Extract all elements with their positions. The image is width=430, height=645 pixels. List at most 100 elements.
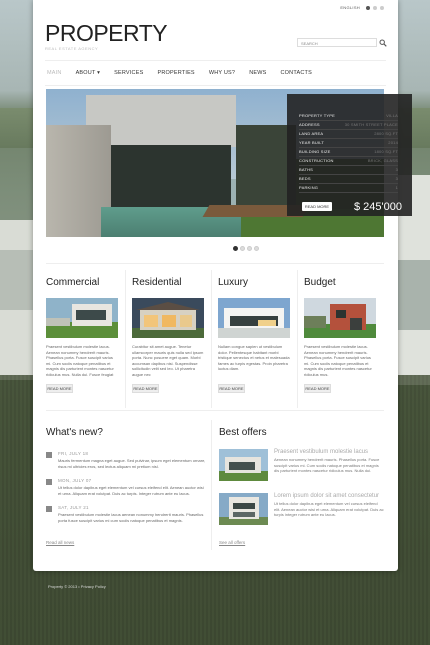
category-commercial: Commercial Praesent vestibulum molestie …	[46, 277, 118, 393]
info-value: BRICK, GLASS	[367, 158, 398, 163]
info-key: PARKING	[299, 185, 319, 190]
category-budget: Budget Praesent vestibulum molestie lacu…	[304, 277, 376, 393]
news-date: MON, JULY 07	[58, 478, 92, 483]
divider	[297, 270, 298, 408]
divider	[125, 270, 126, 408]
nav-item-about-label: ABOUT	[75, 70, 96, 76]
divider	[46, 263, 384, 264]
category-title[interactable]: Commercial	[46, 277, 118, 288]
language-switcher: ENGLISH	[340, 5, 384, 10]
category-read-more-button[interactable]: READ MORE	[132, 384, 159, 393]
category-read-more-button[interactable]: READ MORE	[218, 384, 245, 393]
language-label[interactable]: ENGLISH	[340, 5, 360, 10]
category-residential: Residential Curabitur sit amet augue. Te…	[132, 277, 204, 393]
language-dot-1[interactable]	[366, 5, 370, 10]
category-description: Praesent vestibulum molestie lacus. Aene…	[46, 344, 114, 377]
news-text[interactable]: Ut tellus dolor dapibus eget elementum v…	[58, 485, 206, 496]
news-text[interactable]: Mauris fermentum magna eget augue. Sed p…	[58, 458, 206, 469]
news-date: FRI, JULY 18	[58, 451, 89, 456]
category-description: Curabitur sit amet augue. Tenetur ullamc…	[132, 344, 204, 377]
divider	[211, 270, 212, 408]
chevron-down-icon: ▾	[95, 70, 101, 76]
footer-text: Property © 2013 • Privacy Policy	[48, 584, 106, 589]
slider-pager-dot[interactable]	[247, 246, 252, 251]
property-price: $ 245'000	[354, 201, 402, 213]
info-value: 1	[395, 185, 398, 190]
info-key: BUILDING SIZE	[299, 149, 331, 154]
info-key: CONSTRUCTION	[299, 158, 334, 163]
property-info-box: PROPERTY TYPE VILLA ADDRESS 30 SMITH STREE…	[287, 94, 412, 216]
background-house-left-window	[0, 250, 34, 310]
category-image[interactable]	[218, 298, 290, 338]
info-value: 3	[395, 176, 398, 181]
calendar-icon	[46, 452, 52, 458]
news-item: FRI, JULY 18 Mauris fermentum magna eget…	[46, 451, 206, 477]
category-description: Praesent vestibulum molestie lacus. Aene…	[304, 344, 372, 377]
language-dot-3[interactable]	[380, 5, 384, 10]
category-title[interactable]: Budget	[304, 277, 376, 288]
page-container: ENGLISH PROPERTY REAL ESTATE AGENCY SEAR…	[33, 0, 412, 571]
slider-pager-dot[interactable]	[233, 246, 238, 251]
search-icon[interactable]	[379, 39, 387, 47]
info-key: BEDS	[299, 176, 311, 181]
nav-item-services[interactable]: SERVICES	[107, 70, 150, 76]
nav-item-about[interactable]: ABOUT ▾	[69, 70, 108, 76]
main-nav: MAIN ABOUT ▾ SERVICES PROPERTIES WHY US?…	[45, 60, 386, 86]
news-heading: What's new?	[46, 427, 103, 438]
logo-tagline: REAL ESTATE AGENCY	[45, 46, 99, 51]
nav-item-properties[interactable]: PROPERTIES	[150, 70, 201, 76]
info-row: PARKING 1	[299, 183, 398, 193]
calendar-icon	[46, 506, 52, 512]
info-key: PROPERTY TYPE	[299, 113, 335, 118]
offer-item: Lorem ipsum dolor sit amet consectetur U…	[219, 493, 384, 527]
all-offers-link[interactable]: See all offers	[219, 540, 245, 545]
offer-image[interactable]	[219, 493, 268, 525]
category-image[interactable]	[132, 298, 204, 338]
offer-description: Aenean nonummy hendrerit mauris. Phasell…	[274, 457, 380, 473]
info-value: 2014	[388, 140, 398, 145]
offer-item: Praesent vestibulum molestie lacus Aenea…	[219, 449, 384, 483]
all-news-link[interactable]: Read all news	[46, 540, 74, 545]
info-value: 2800 SQ.FT	[374, 131, 398, 136]
divider	[211, 420, 212, 550]
nav-item-news[interactable]: NEWS	[242, 70, 273, 76]
category-image[interactable]	[304, 298, 376, 338]
info-key: ADDRESS	[299, 122, 320, 127]
offer-description: Ut tellus dolor dapibus eget elementum v…	[274, 501, 384, 517]
info-key: LAND AREA	[299, 131, 324, 136]
news-item: SAT, JULY 21 Praesent vestibulum molesti…	[46, 505, 206, 531]
divider	[46, 410, 384, 411]
slider-house-glass	[101, 145, 231, 207]
calendar-icon	[46, 479, 52, 485]
logo-name: PROPERTY	[45, 20, 168, 46]
category-description: Nullam congue sapien ut vestibulum dolor…	[218, 344, 290, 371]
search-input[interactable]: SEARCH	[297, 38, 377, 47]
info-value: 3	[395, 167, 398, 172]
category-image[interactable]	[46, 298, 118, 338]
slider-pager-dot[interactable]	[240, 246, 245, 251]
category-read-more-button[interactable]: READ MORE	[46, 384, 73, 393]
news-date: SAT, JULY 21	[58, 505, 89, 510]
slider-pager	[233, 246, 259, 251]
offer-title[interactable]: Praesent vestibulum molestie lacus	[274, 449, 368, 455]
news-text[interactable]: Praesent vestibulum molestie lacus aenea…	[58, 512, 206, 523]
news-item: MON, JULY 07 Ut tellus dolor dapibus ege…	[46, 478, 206, 504]
category-read-more-button[interactable]: READ MORE	[304, 384, 331, 393]
nav-item-contacts[interactable]: CONTACTS	[274, 70, 319, 76]
language-dot-2[interactable]	[373, 5, 377, 10]
slider-pager-dot[interactable]	[254, 246, 259, 251]
category-title[interactable]: Residential	[132, 277, 204, 288]
offer-title[interactable]: Lorem ipsum dolor sit amet consectetur	[274, 493, 379, 499]
nav-item-main[interactable]: MAIN	[45, 70, 69, 76]
info-value: 30 SMITH STREET PLACE	[344, 122, 398, 127]
info-value: 1800 SQ.FT	[374, 149, 398, 154]
info-key: YEAR BUILT	[299, 140, 325, 145]
info-key: BATHS	[299, 167, 314, 172]
logo[interactable]: PROPERTY REAL ESTATE AGENCY	[45, 20, 168, 52]
slider-read-more-button[interactable]: READ MORE	[302, 202, 332, 211]
nav-item-why-us[interactable]: WHY US?	[202, 70, 242, 76]
category-title[interactable]: Luxury	[218, 277, 290, 288]
info-value: VILLA	[386, 113, 398, 118]
background-house-right-window	[398, 260, 430, 330]
offer-image[interactable]	[219, 449, 268, 481]
